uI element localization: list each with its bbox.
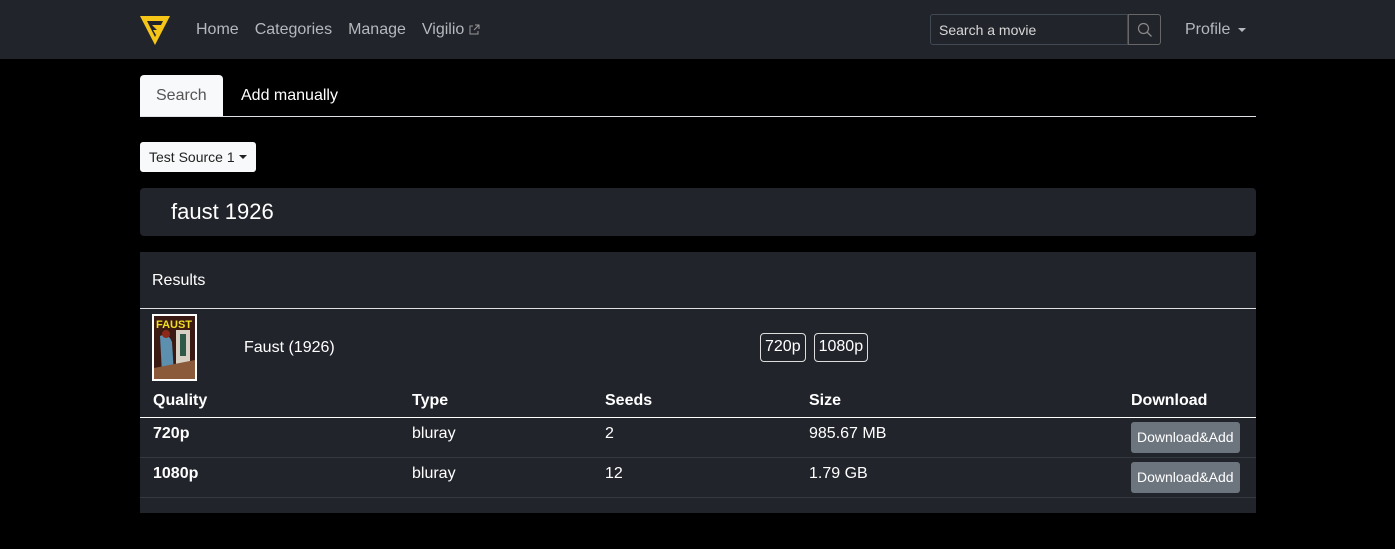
row-size: 985.67 MB <box>796 417 1118 458</box>
column-quality: Quality <box>140 389 399 418</box>
poster-title: FAUST <box>156 319 192 331</box>
source-dropdown[interactable]: Test Source 1 <box>140 142 256 172</box>
torrents-table: Quality Type Seeds Size Download 720p bl… <box>140 389 1256 498</box>
nav-vigilio[interactable]: Vigilio <box>422 19 480 41</box>
quality-badges: 720p 1080p <box>760 333 869 362</box>
row-download: Download&Add <box>1118 457 1256 498</box>
movie-poster: FAUST <box>152 314 197 381</box>
nav-manage[interactable]: Manage <box>348 19 406 41</box>
download-add-button[interactable]: Download&Add <box>1131 421 1240 453</box>
search-icon <box>1137 22 1152 37</box>
row-quality: 720p <box>140 417 399 458</box>
search-input[interactable] <box>930 14 1128 45</box>
row-download: Download&Add <box>1118 417 1256 458</box>
tab-search[interactable]: Search <box>140 75 223 116</box>
movie-row: FAUST Faust (1926) 720p 1080p <box>140 309 1256 389</box>
source-dropdown-label: Test Source 1 <box>149 149 235 165</box>
column-seeds: Seeds <box>592 389 796 418</box>
column-type: Type <box>399 389 592 418</box>
quality-badge-720p[interactable]: 720p <box>760 333 806 362</box>
results-panel: Results FAUST Faust (1926) 720p 1080p Qu… <box>140 252 1256 513</box>
chevron-down-icon <box>1238 28 1247 32</box>
tab-add-manually[interactable]: Add manually <box>225 75 354 116</box>
table-header-row: Quality Type Seeds Size Download <box>140 389 1256 418</box>
row-seeds: 2 <box>592 417 796 458</box>
download-add-button[interactable]: Download&Add <box>1131 461 1240 493</box>
movie-search <box>930 14 1161 45</box>
external-link-icon <box>469 24 480 35</box>
row-seeds: 12 <box>592 457 796 498</box>
poster-image-icon: FAUST <box>154 316 195 379</box>
nav-vigilio-label: Vigilio <box>421 21 465 38</box>
profile-label: Profile <box>1185 21 1231 38</box>
search-button[interactable] <box>1128 14 1161 45</box>
row-type: bluray <box>399 417 592 458</box>
nav-home[interactable]: Home <box>196 19 239 41</box>
nav-links: Home Categories Manage Vigilio <box>196 19 496 41</box>
column-size: Size <box>796 389 1118 418</box>
search-query: faust 1926 <box>140 188 1256 236</box>
table-row: 720p bluray 2 985.67 MB Download&Add <box>140 417 1256 458</box>
quality-badge-1080p[interactable]: 1080p <box>813 333 869 362</box>
nav-categories[interactable]: Categories <box>255 19 332 41</box>
movie-title: Faust (1926) <box>244 339 335 356</box>
column-download: Download <box>1118 389 1256 418</box>
profile-dropdown[interactable]: Profile <box>1185 19 1247 41</box>
row-quality: 1080p <box>140 457 399 498</box>
navbar: Home Categories Manage Vigilio Profile <box>0 0 1395 59</box>
results-header: Results <box>140 252 1256 309</box>
tabs: Search Add manually <box>140 75 1256 117</box>
row-type: bluray <box>399 457 592 498</box>
chevron-down-icon <box>238 155 247 159</box>
vigilio-logo-icon[interactable] <box>140 14 170 46</box>
row-size: 1.79 GB <box>796 457 1118 498</box>
table-row: 1080p bluray 12 1.79 GB Download&Add <box>140 457 1256 498</box>
